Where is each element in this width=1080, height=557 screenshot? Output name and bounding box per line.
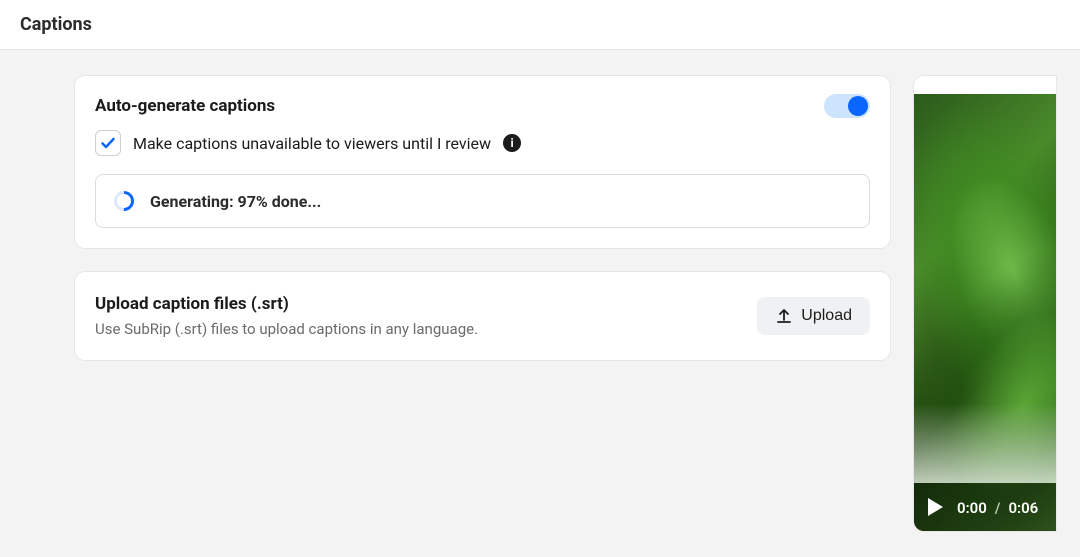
- upload-description: Use SubRip (.srt) files to upload captio…: [95, 320, 478, 338]
- upload-button[interactable]: Upload: [757, 297, 870, 335]
- toggle-knob: [848, 96, 868, 116]
- auto-generate-title: Auto-generate captions: [95, 96, 275, 116]
- video-time: 0:00 / 0:06: [957, 498, 1038, 517]
- video-preview-card: 0:00 / 0:06: [914, 76, 1056, 531]
- auto-generate-card: Auto-generate captions Make captions una…: [75, 76, 890, 248]
- upload-title: Upload caption files (.srt): [95, 294, 478, 314]
- current-time: 0:00: [957, 499, 987, 517]
- content-area: Auto-generate captions Make captions una…: [0, 50, 1080, 557]
- auto-generate-toggle[interactable]: [824, 94, 870, 118]
- check-icon: [100, 135, 116, 151]
- video-gradient: [914, 403, 1056, 483]
- upload-card: Upload caption files (.srt) Use SubRip (…: [75, 272, 890, 360]
- video-preview[interactable]: 0:00 / 0:06: [914, 94, 1056, 531]
- page-title: Captions: [20, 14, 1060, 35]
- video-controls: 0:00 / 0:06: [914, 483, 1056, 531]
- review-checkbox[interactable]: [95, 130, 121, 156]
- upload-icon: [775, 307, 793, 325]
- time-separator: /: [995, 499, 1001, 517]
- info-icon[interactable]: i: [503, 134, 521, 152]
- upload-button-label: Upload: [801, 307, 852, 325]
- spinner-icon: [110, 187, 138, 215]
- right-column: 0:00 / 0:06: [914, 76, 1056, 531]
- progress-text: Generating: 97% done...: [150, 192, 321, 211]
- left-column: Auto-generate captions Make captions una…: [75, 76, 890, 531]
- auto-generate-header: Auto-generate captions: [95, 94, 870, 118]
- play-button[interactable]: [928, 498, 943, 516]
- progress-box: Generating: 97% done...: [95, 174, 870, 228]
- review-label: Make captions unavailable to viewers unt…: [133, 134, 491, 153]
- upload-text-block: Upload caption files (.srt) Use SubRip (…: [95, 294, 478, 338]
- review-row: Make captions unavailable to viewers unt…: [95, 130, 870, 156]
- duration: 0:06: [1008, 499, 1038, 517]
- page-header: Captions: [0, 0, 1080, 50]
